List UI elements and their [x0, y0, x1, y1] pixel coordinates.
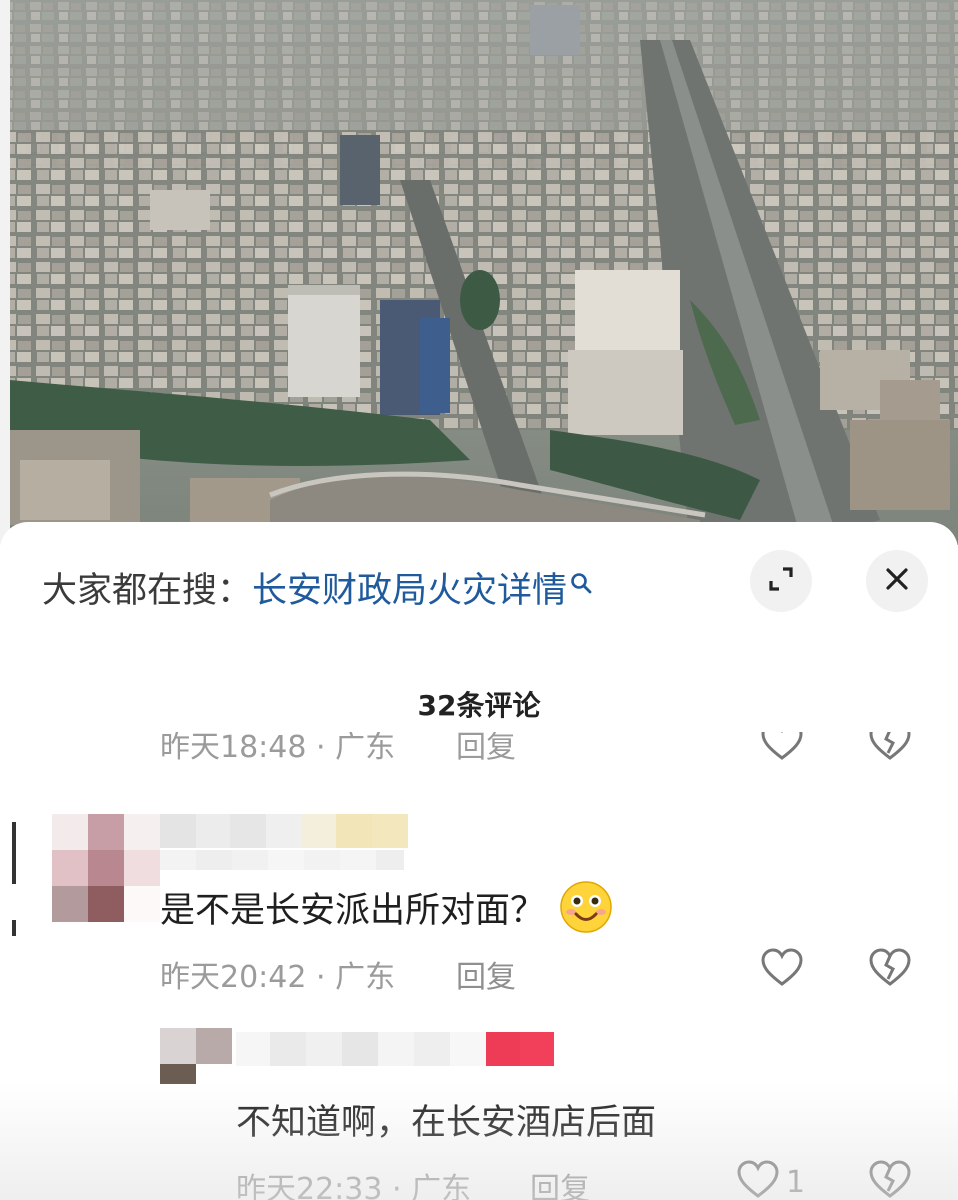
- reply-username[interactable]: [236, 1032, 554, 1066]
- expand-button[interactable]: [750, 550, 812, 612]
- heart-icon: [760, 948, 804, 992]
- reply-time-location: 昨天22:33 · 广东: [236, 1172, 472, 1200]
- search-term-link[interactable]: 长安财政局火灾详情: [252, 562, 567, 613]
- heart-icon[interactable]: [760, 732, 804, 762]
- aerial-city-photo: [0, 0, 958, 545]
- reply-reply-button[interactable]: 回复: [530, 1164, 590, 1200]
- reply-button[interactable]: 回复: [456, 952, 516, 996]
- dislike-icon: [868, 948, 912, 992]
- reply-dislike-button[interactable]: [868, 1160, 912, 1200]
- comment-body: 是不是长安派出所对面？: [160, 890, 546, 931]
- comment-time-location: 昨天20:42 · 广东: [160, 960, 396, 995]
- smiling-face-emoji: [559, 880, 613, 934]
- reply-like-button[interactable]: 1: [736, 1160, 805, 1200]
- left-edge-mark: [12, 822, 16, 884]
- close-button[interactable]: [866, 550, 928, 612]
- avatar[interactable]: [52, 814, 160, 922]
- username[interactable]: [160, 814, 408, 848]
- search-icon[interactable]: [569, 564, 593, 594]
- dislike-icon[interactable]: [868, 732, 912, 762]
- user-badge: [160, 850, 404, 870]
- search-suggestion[interactable]: 大家都在搜： 长安财政局火灾详情: [42, 562, 593, 612]
- search-prefix: 大家都在搜：: [42, 570, 253, 611]
- reply-avatar[interactable]: [160, 1028, 232, 1084]
- close-icon: [884, 566, 910, 596]
- reply-text: 不知道啊，在长安酒店后面: [236, 1103, 657, 1143]
- left-edge-mark: [12, 920, 16, 936]
- previous-comment-meta: 昨天18:48 · 广东 回复: [160, 732, 920, 762]
- heart-icon: [736, 1160, 780, 1200]
- previous-comment-time: 昨天18:48 · 广东: [160, 732, 396, 762]
- like-count: 1: [786, 1164, 806, 1200]
- like-button[interactable]: [760, 948, 804, 992]
- dislike-icon: [868, 1160, 912, 1200]
- comment-sheet: 大家都在搜： 长安财政局火灾详情 32条评论 昨天18:48 · 广东 回复 是…: [0, 522, 958, 1200]
- comment-count-title: 32条评论: [417, 689, 541, 722]
- previous-reply-button[interactable]: 回复: [456, 732, 516, 762]
- expand-icon: [766, 564, 796, 598]
- dislike-button[interactable]: [868, 948, 912, 992]
- comment-text: 是不是长安派出所对面？: [160, 880, 613, 934]
